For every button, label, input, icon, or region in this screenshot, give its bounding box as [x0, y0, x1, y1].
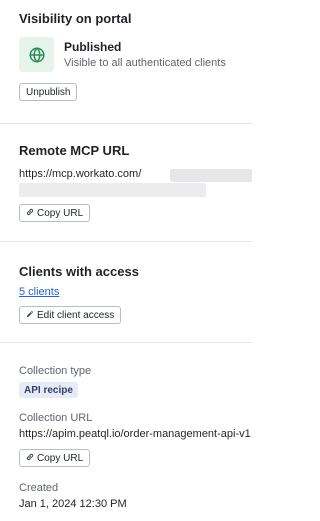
collection-type-badge: API recipe	[19, 382, 78, 398]
mcp-url: https://mcp.workato.com/	[19, 168, 142, 180]
divider	[0, 241, 252, 242]
unpublish-button[interactable]: Unpublish	[19, 83, 78, 101]
redacted-url-part	[19, 183, 206, 197]
collection-type-label: Collection type	[19, 365, 92, 377]
edit-client-access-button[interactable]: Edit client access	[19, 306, 122, 324]
redacted-url-part	[170, 169, 252, 182]
globe-icon	[19, 37, 54, 72]
status-subtitle: Visible to all authenticated clients	[64, 57, 226, 69]
status-title: Published	[64, 40, 122, 54]
divider	[0, 342, 252, 343]
remote-mcp-heading: Remote MCP URL	[19, 143, 130, 158]
created-label: Created	[19, 482, 59, 494]
collection-url-value: https://apim.peatql.io/order-management-…	[19, 428, 251, 440]
copy-url-label: Copy URL	[37, 207, 84, 219]
copy-collection-url-button[interactable]: Copy URL	[19, 449, 91, 467]
edit-client-access-label: Edit client access	[37, 309, 115, 321]
clients-count-link[interactable]: 5 clients	[19, 286, 59, 298]
visibility-heading: Visibility on portal	[19, 11, 132, 26]
clients-heading: Clients with access	[19, 264, 139, 279]
pencil-icon	[26, 310, 34, 320]
link-icon	[26, 208, 34, 218]
copy-mcp-url-button[interactable]: Copy URL	[19, 204, 91, 222]
copy-url-label: Copy URL	[37, 452, 84, 464]
link-icon	[26, 453, 34, 463]
divider	[0, 123, 252, 124]
created-value: Jan 1, 2024 12:30 PM	[19, 498, 127, 510]
unpublish-label: Unpublish	[26, 86, 71, 98]
collection-url-label: Collection URL	[19, 412, 93, 424]
